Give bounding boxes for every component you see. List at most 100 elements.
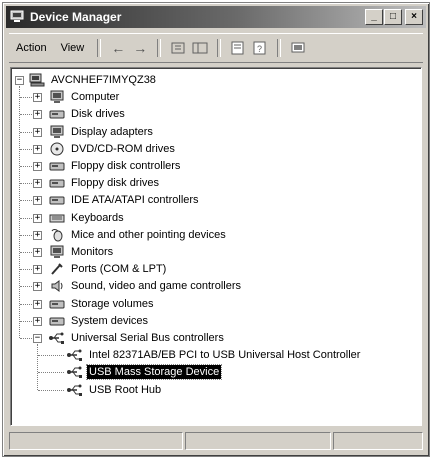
tree-item-label: Computer — [71, 91, 120, 104]
status-cell — [333, 432, 423, 450]
tree-item-label: IDE ATA/ATAPI controllers — [71, 194, 199, 207]
tree-connector — [38, 372, 64, 374]
tree-item-category[interactable]: Keyboards — [49, 210, 126, 226]
cdrom-icon — [50, 142, 64, 156]
expand-toggle[interactable]: + — [33, 299, 42, 309]
expand-toggle[interactable]: + — [33, 162, 42, 171]
window-title: Device Manager — [30, 10, 122, 24]
up-level-icon[interactable] — [167, 38, 189, 58]
tree-item-category[interactable]: Monitors — [49, 244, 115, 260]
usb-icon — [67, 349, 82, 362]
status-cell — [185, 432, 331, 450]
system-device-icon — [49, 317, 65, 326]
tree-connector — [38, 389, 64, 391]
computer-icon — [50, 90, 64, 104]
tree-item-label: Universal Serial Bus controllers — [71, 332, 224, 344]
expand-toggle[interactable]: + — [33, 265, 42, 275]
expand-toggle[interactable]: + — [33, 110, 42, 120]
expand-toggle[interactable]: + — [33, 196, 42, 206]
expand-toggle[interactable]: + — [33, 179, 42, 189]
collapse-toggle[interactable]: − — [15, 76, 24, 85]
help-icon[interactable]: ? — [249, 38, 271, 58]
tree-item-label: Intel 82371AB/EB PCI to USB Universal Ho… — [89, 349, 361, 362]
scan-hardware-icon[interactable] — [287, 38, 309, 58]
tree-item-category[interactable]: Floppy disk controllers — [49, 158, 182, 174]
tree-item-root[interactable]: AVCNHEF7IMYQZ38 — [29, 72, 158, 88]
display-adapter-icon — [50, 125, 64, 138]
tree-item-label: Monitors — [71, 246, 114, 258]
tree-item-category[interactable]: Ports (COM & LPT) — [49, 261, 168, 277]
expand-toggle[interactable]: + — [33, 248, 42, 257]
tree-item-category[interactable]: Storage volumes — [49, 296, 156, 312]
mouse-icon — [51, 228, 63, 242]
expand-toggle[interactable]: + — [33, 144, 42, 154]
usb-icon — [67, 366, 82, 379]
status-bar — [9, 432, 423, 450]
floppy-controller-icon — [49, 162, 65, 171]
properties-icon[interactable] — [227, 38, 249, 58]
device-manager-window: Device Manager _ □ × Action View ← → ? −… — [2, 2, 430, 457]
tree-item-label: Storage volumes — [71, 297, 154, 310]
tree-item-device[interactable]: USB Mass Storage Device — [67, 364, 223, 381]
disk-drive-icon — [49, 110, 65, 119]
expand-toggle[interactable]: + — [33, 282, 42, 292]
show-hide-tree-icon[interactable] — [189, 38, 211, 58]
tree-item-label: Floppy disk controllers — [71, 160, 181, 172]
tree-connector — [38, 355, 64, 357]
tree-item-label: AVCNHEF7IMYQZ38 — [51, 74, 156, 86]
port-icon — [51, 263, 63, 275]
tree-item-category[interactable]: Display adapters — [49, 124, 155, 140]
forward-icon[interactable]: → — [129, 38, 151, 58]
tree-item-label: USB Root Hub — [89, 383, 162, 396]
action-menu[interactable]: Action — [9, 42, 54, 54]
tree-item-category[interactable]: Disk drives — [49, 106, 127, 122]
tree-item-category[interactable]: Sound, video and game controllers — [49, 278, 243, 294]
tree-item-category[interactable]: Mice and other pointing devices — [49, 227, 228, 243]
toolbar: Action View ← → ? — [9, 33, 423, 63]
usb-icon — [49, 332, 64, 344]
root-computer-icon — [29, 73, 45, 87]
expand-toggle[interactable]: + — [33, 93, 42, 103]
tree-item-label: Display adapters — [71, 125, 153, 138]
floppy-drive-icon — [49, 179, 65, 188]
collapse-toggle[interactable]: − — [33, 334, 42, 343]
device-tree[interactable]: − AVCNHEF7IMYQZ38 + Computer + Disk drives + Di… — [10, 67, 422, 426]
tree-item-category[interactable]: Universal Serial Bus controllers — [49, 330, 226, 346]
toolbar-separator — [157, 39, 162, 57]
storage-volume-icon — [49, 300, 65, 309]
tree-connector — [19, 86, 20, 338]
keyboard-icon — [49, 214, 65, 223]
ide-controller-icon — [49, 196, 65, 205]
tree-connector — [37, 344, 38, 390]
tree-item-label: Floppy disk drives — [71, 177, 160, 190]
status-cell — [9, 432, 183, 450]
view-menu[interactable]: View — [54, 42, 92, 54]
tree-item-category[interactable]: System devices — [49, 313, 150, 329]
tree-item-category[interactable]: IDE ATA/ATAPI controllers — [49, 192, 201, 208]
close-button[interactable]: × — [405, 9, 423, 25]
tree-item-label: USB Mass Storage Device — [85, 364, 223, 381]
svg-text:?: ? — [257, 44, 262, 54]
expand-toggle[interactable]: + — [33, 230, 42, 240]
tree-item-label: Keyboards — [71, 211, 124, 224]
tree-item-label: Sound, video and game controllers — [71, 280, 241, 293]
tree-item-label: System devices — [71, 314, 149, 327]
title-bar[interactable]: Device Manager _ □ × — [6, 6, 426, 28]
expand-toggle[interactable]: + — [33, 213, 42, 223]
monitor-icon — [50, 245, 64, 258]
device-manager-icon — [10, 10, 24, 22]
tree-item-device[interactable]: Intel 82371AB/EB PCI to USB Universal Ho… — [67, 347, 362, 363]
tree-item-category[interactable]: DVD/CD-ROM drives — [49, 141, 177, 157]
toolbar-separator — [217, 39, 222, 57]
expand-toggle[interactable]: + — [33, 127, 42, 137]
tree-item-category[interactable]: Floppy disk drives — [49, 175, 161, 191]
maximize-button[interactable]: □ — [384, 9, 402, 25]
minimize-button[interactable]: _ — [365, 9, 383, 25]
tree-item-label: DVD/CD-ROM drives — [71, 142, 175, 155]
tree-item-device[interactable]: USB Root Hub — [67, 382, 163, 398]
expand-toggle[interactable]: + — [33, 316, 42, 326]
tree-item-category[interactable]: Computer — [49, 89, 121, 105]
toolbar-separator — [97, 39, 102, 57]
tree-item-label: Disk drives — [71, 108, 125, 121]
back-icon[interactable]: ← — [107, 38, 129, 58]
